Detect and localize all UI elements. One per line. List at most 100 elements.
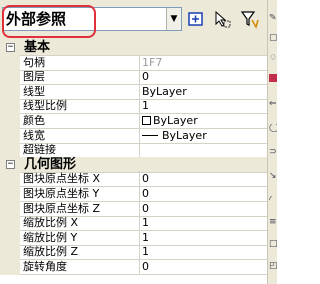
property-grid: − 基本 句柄 1F7 图层 0 线型 ByLayer 线型比例 1 颜色 ByLayer 线宽 ByLa… [0,40,267,284]
text-icon[interactable]: ≡ [269,218,277,226]
property-name: 缩放比例 X [20,215,140,232]
pointer-icon[interactable]: ⇐ [269,100,277,108]
arrow-icon[interactable]: ↘ [269,172,277,180]
row-gutter [0,113,20,129]
property-value[interactable]: ByLayer [142,84,267,100]
pen-icon[interactable]: ⁄ [269,196,277,204]
toggle-pickadd-button[interactable] [186,9,206,29]
property-name: 图层 [20,69,140,86]
property-name: 线宽 [20,127,140,144]
property-row[interactable]: 颜色 ByLayer [0,113,267,129]
property-value[interactable]: ByLayer [142,128,267,144]
row-gutter [0,215,20,232]
property-name: 旋转角度 [20,259,140,275]
property-value[interactable]: ByLayer [142,113,267,129]
property-value-text: 0 [142,70,149,84]
property-row[interactable]: 图块原点坐标 X0 [0,171,267,188]
property-value-text: ByLayer [142,84,187,98]
quick-select-icon [240,11,259,29]
property-value[interactable]: 1 [142,215,267,231]
row-gutter [0,200,20,217]
property-value-text: 0 [142,187,149,200]
row-gutter [0,244,20,261]
property-name: 图块原点坐标 Z [20,200,140,217]
property-row[interactable]: 线型比例 1 [0,98,267,115]
category-row[interactable]: − 几何图形 [0,156,267,173]
box-icon[interactable]: □ [269,240,277,248]
property-row[interactable]: 图层 0 [0,69,267,86]
property-value-text: 1F7 [142,55,163,69]
color-swatch-icon [142,116,151,125]
row-gutter [0,229,20,246]
category-label: 基本 [24,40,51,55]
property-row[interactable]: 缩放比例 Y1 [0,229,267,246]
property-row[interactable]: 线宽 ByLayer [0,127,267,144]
property-value-text: ByLayer [153,114,198,127]
property-row[interactable]: 线型 ByLayer [0,83,267,100]
property-row[interactable]: 图块原点坐标 Y0 [0,186,267,202]
property-value-text: 0 [142,201,149,215]
lineweight-sample-icon [142,134,158,136]
property-value[interactable]: 0 [142,259,267,275]
collapse-toggle-icon[interactable]: − [6,159,15,169]
row-gutter [0,142,20,159]
select-objects-button[interactable] [212,9,232,29]
property-row[interactable]: 图块原点坐标 Z0 [0,200,267,217]
property-value: 1F7 [142,55,267,71]
property-value[interactable]: 0 [142,69,267,85]
property-row[interactable]: 超链接 [0,142,267,159]
link-icon[interactable]: ⊃ [269,148,277,156]
row-gutter [0,186,20,202]
property-name: 超链接 [20,142,140,159]
collapse-toggle-icon[interactable]: − [6,43,15,52]
property-name: 线型比例 [20,98,140,115]
row-gutter [0,54,20,71]
property-name: 缩放比例 Y [20,229,140,246]
row-gutter [0,83,20,100]
property-row[interactable]: 缩放比例 X1 [0,215,267,232]
property-value[interactable]: 1 [142,98,267,114]
property-value-text: ByLayer [162,128,207,142]
property-value[interactable]: 1 [142,244,267,260]
property-value-text: 0 [142,260,149,273]
property-row[interactable]: 缩放比例 Z1 [0,244,267,261]
row-gutter [0,259,20,275]
property-value-text: 1 [142,99,149,113]
property-value[interactable]: 0 [142,171,267,187]
row-gutter [0,69,20,86]
chevron-down-icon[interactable]: ▼ [166,8,181,30]
toggle-pickadd-icon [188,12,203,26]
property-value[interactable]: 0 [142,201,267,217]
property-name: 句柄 [20,54,140,71]
row-gutter [0,171,20,188]
color-icon[interactable] [269,74,277,82]
property-name: 缩放比例 Z [20,244,140,261]
property-name: 图块原点坐标 Y [20,186,140,202]
properties-toolbar: 外部参照 ▼ [0,0,277,40]
row-gutter [0,98,20,115]
brush-icon[interactable]: ♢ [269,54,277,62]
property-value-text: 1 [142,230,149,244]
select-objects-icon [215,10,231,28]
property-name: 图块原点坐标 X [20,171,140,188]
property-name: 颜色 [20,113,140,129]
square-icon[interactable]: ▢ [269,34,277,42]
right-tool-strip: ✎ ▢ ♢ ⇐ ◯ ⊃ ↘ ⁄ ≡ □ ◰ [267,0,277,284]
wrench-icon[interactable]: ✎ [269,14,277,22]
property-value[interactable] [142,142,267,158]
property-value[interactable]: 0 [142,186,267,202]
row-gutter [0,127,20,144]
category-row[interactable]: − 基本 [0,40,267,56]
property-value[interactable]: 1 [142,230,267,246]
property-row[interactable]: 旋转角度 0 [0,259,267,275]
category-label: 几何图形 [24,156,77,172]
property-value-text: 0 [142,172,149,186]
object-type-value: 外部参照 [6,10,67,28]
layer-icon[interactable]: ◰ [269,262,277,270]
property-value-text: 1 [142,245,149,259]
property-row[interactable]: 句柄 1F7 [0,54,267,71]
object-type-dropdown[interactable]: 外部参照 ▼ [2,7,182,31]
quick-select-button[interactable] [240,9,260,29]
property-value-text: 1 [142,216,149,230]
circle-icon[interactable]: ◯ [269,124,277,132]
